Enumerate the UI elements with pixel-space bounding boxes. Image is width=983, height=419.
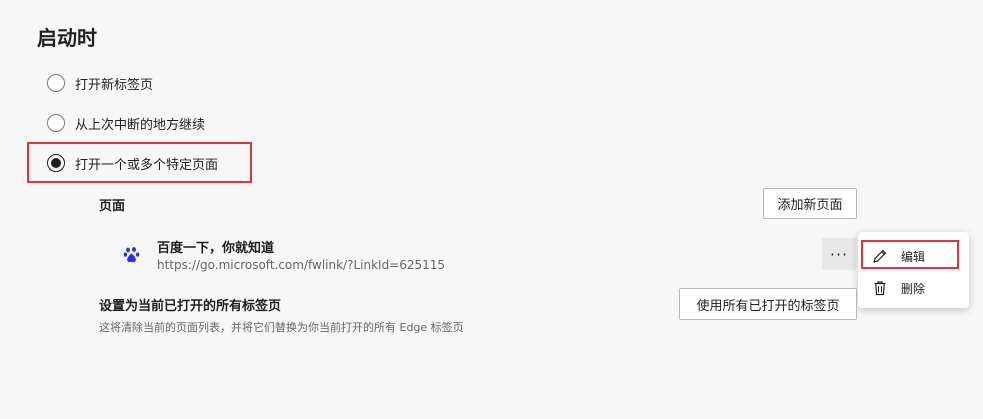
use-all-open-tabs-button[interactable]: 使用所有已打开的标签页 xyxy=(679,288,857,320)
radio-label-continue: 从上次中断的地方继续 xyxy=(75,117,206,133)
add-new-page-button[interactable]: 添加新页面 xyxy=(763,188,857,219)
annotation-highlight-box xyxy=(27,142,252,183)
baidu-paw-icon xyxy=(123,247,140,263)
page-title: 启动时 xyxy=(37,26,97,50)
pages-section-label: 页面 xyxy=(99,199,126,214)
radio-button[interactable] xyxy=(47,74,65,92)
use-open-tabs-description: 这将清除当前的页面列表，并将它们替换为你当前打开的所有 Edge 标签页 xyxy=(99,321,464,334)
menu-item-delete-label: 删除 xyxy=(901,281,926,296)
radio-label-new-tab: 打开新标签页 xyxy=(75,77,154,93)
more-actions-button[interactable]: ··· xyxy=(822,238,856,270)
trash-icon xyxy=(871,279,889,297)
radio-button[interactable] xyxy=(47,114,65,132)
radio-option-new-tab[interactable]: 打开新标签页 xyxy=(47,72,153,94)
page-entry-title: 百度一下，你就知道 xyxy=(157,241,275,256)
page-entry-url: https://go.microsoft.com/fwlink/?LinkId=… xyxy=(157,258,446,272)
use-open-tabs-title: 设置为当前已打开的所有标签页 xyxy=(99,299,282,314)
radio-option-continue[interactable]: 从上次中断的地方继续 xyxy=(47,112,205,134)
menu-item-delete[interactable]: 删除 xyxy=(858,273,969,303)
annotation-highlight-box xyxy=(861,240,959,269)
